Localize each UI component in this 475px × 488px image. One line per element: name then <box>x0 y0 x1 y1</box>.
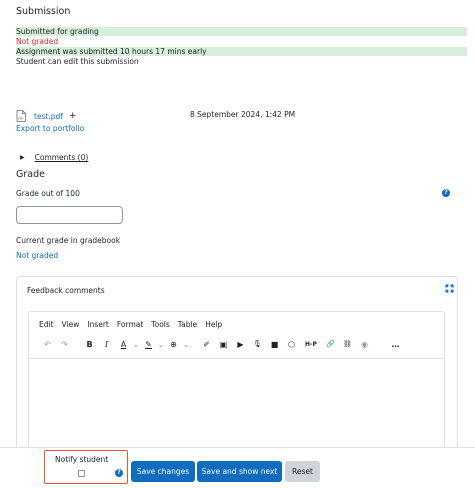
image-icon[interactable]: ▣ <box>215 337 232 351</box>
expand-icon[interactable] <box>445 284 454 293</box>
chevron-down-icon[interactable]: ⌄ <box>182 337 190 351</box>
time-remaining-status: Assignment was submitted 10 hours 17 min… <box>16 47 467 56</box>
brush-icon[interactable]: ✐ <box>198 337 215 351</box>
link-icon[interactable]: 🔗 <box>322 337 339 351</box>
notify-student-checkbox[interactable] <box>78 470 85 477</box>
more-icon[interactable]: … <box>387 337 404 351</box>
highlight-icon[interactable]: ✎ <box>140 337 157 351</box>
editor-menubar: Edit View Insert Format Tools Table Help <box>39 320 222 329</box>
menu-view[interactable]: View <box>62 320 80 329</box>
grade-heading: Grade <box>16 169 45 180</box>
grading-page: Submission Submitted for grading Not gra… <box>0 0 475 488</box>
h5p-icon[interactable]: H-P <box>300 337 322 351</box>
editor-toolbar: ↶ ↷ B I A ⌄ ✎ ⌄ ⊕ ⌄ ✐ ▣ ▶ 🎙 ■ ⬡ H-P 🔗 ⛓ … <box>39 337 404 351</box>
expand-arrows-icon <box>445 284 454 293</box>
current-grade-value: Not graded <box>16 251 59 260</box>
unlink-icon[interactable]: ⛓ <box>339 337 356 351</box>
current-grade-label: Current grade in gradebook <box>16 236 121 245</box>
bold-icon[interactable]: B <box>81 337 98 351</box>
chevron-down-icon[interactable]: ⌄ <box>157 337 165 351</box>
accessibility-icon[interactable]: ◉ <box>356 337 373 351</box>
video-icon[interactable]: ■ <box>266 337 283 351</box>
submission-heading: Submission <box>16 6 71 17</box>
microphone-icon[interactable]: 🎙 <box>249 337 266 351</box>
comments-link[interactable]: Comments (0) <box>35 153 89 162</box>
svg-text:PDF: PDF <box>18 117 24 121</box>
notify-student-label: Notify student <box>55 455 109 464</box>
media-icon[interactable]: ▶ <box>232 337 249 351</box>
save-changes-button[interactable]: Save changes <box>131 461 195 482</box>
undo-icon[interactable]: ↶ <box>39 337 56 351</box>
feedback-title: Feedback comments <box>27 286 105 295</box>
caret-right-icon: ▶ <box>20 154 25 161</box>
help-icon[interactable]: ? <box>115 469 123 477</box>
grading-status: Not graded <box>16 37 59 46</box>
file-date: 8 September 2024, 1:42 PM <box>190 110 296 119</box>
menu-table[interactable]: Table <box>178 320 197 329</box>
menu-edit[interactable]: Edit <box>39 320 54 329</box>
reset-button[interactable]: Reset <box>285 461 320 482</box>
menu-tools[interactable]: Tools <box>151 320 169 329</box>
edit-status: Student can edit this submission <box>16 57 139 66</box>
world-icon[interactable]: ⊕ <box>165 337 182 351</box>
file-row: PDF test.pdf + <box>16 110 77 122</box>
grade-input[interactable] <box>16 206 123 224</box>
menu-format[interactable]: Format <box>117 320 143 329</box>
comments-toggle[interactable]: ▶ Comments (0) <box>20 153 88 162</box>
italic-icon[interactable]: I <box>98 337 115 351</box>
save-and-show-next-button[interactable]: Save and show next <box>197 461 282 482</box>
export-portfolio-link[interactable]: Export to portfolio <box>16 124 84 133</box>
submission-status: Submitted for grading <box>16 27 467 36</box>
menu-insert[interactable]: Insert <box>87 320 109 329</box>
text-color-icon[interactable]: A <box>115 337 132 351</box>
redo-icon[interactable]: ↷ <box>56 337 73 351</box>
file-link[interactable]: test.pdf <box>34 112 63 121</box>
grade-out-of-label: Grade out of 100 <box>16 189 80 198</box>
cube-icon[interactable]: ⬡ <box>283 337 300 351</box>
pdf-file-icon: PDF <box>16 110 26 122</box>
menu-help[interactable]: Help <box>205 320 222 329</box>
add-icon[interactable]: + <box>69 111 77 121</box>
notify-student-group: Notify student ? <box>44 450 128 484</box>
help-icon[interactable]: ? <box>442 189 450 197</box>
chevron-down-icon[interactable]: ⌄ <box>132 337 140 351</box>
